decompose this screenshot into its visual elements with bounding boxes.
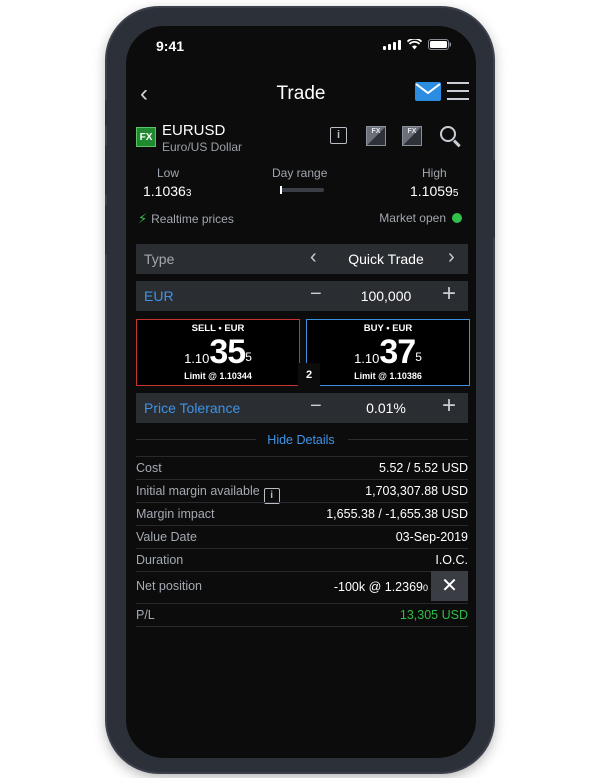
power-button	[491, 160, 495, 238]
divider	[136, 626, 468, 627]
signal-icon	[383, 40, 401, 50]
type-label: Type	[144, 251, 175, 267]
cost-label: Cost	[136, 461, 162, 475]
day-range-bar	[280, 188, 324, 192]
battery-icon	[428, 39, 451, 50]
volume-down-button	[105, 205, 109, 255]
price-tolerance-label: Price Tolerance	[144, 400, 241, 416]
low-label: Low	[157, 166, 180, 180]
margin-label: Initial margin available i	[136, 484, 280, 504]
mail-icon[interactable]	[415, 82, 441, 101]
sell-price: 1.10355	[184, 333, 252, 371]
market-open-dot	[452, 213, 462, 223]
impact-label: Margin impact	[136, 507, 215, 521]
realtime-prices: ⚡ Realtime prices	[138, 211, 234, 226]
net-position-value: -100k @ 1.23690	[333, 580, 428, 594]
impact-value: 1,655.38 / -1,655.38 USD	[326, 507, 468, 521]
detail-row-impact: Margin impact 1,655.38 / -1,655.38 USD	[136, 502, 468, 525]
amount-row: EUR − 100,000 +	[136, 280, 468, 311]
info-icon[interactable]: i	[330, 127, 347, 144]
hide-details-link[interactable]: Hide Details	[126, 433, 476, 447]
buy-limit: Limit @ 1.10386	[354, 371, 422, 381]
amount-minus-button[interactable]: −	[310, 283, 322, 306]
sell-button[interactable]: SELL • EUR 1.10355 Limit @ 1.10344	[136, 319, 300, 386]
value-date-value: 03-Sep-2019	[395, 530, 468, 544]
amount-plus-button[interactable]: +	[442, 280, 456, 308]
instrument-symbol: EURUSD	[162, 122, 226, 139]
pl-value: 13,305 USD	[399, 608, 468, 622]
day-range-marker	[280, 186, 282, 194]
wifi-icon	[407, 39, 422, 50]
type-prev-icon[interactable]: ‹	[310, 246, 317, 269]
app-screen: 9:41 ‹ Trade FX EURUSD Euro/US Dollar i …	[126, 26, 476, 758]
status-time: 9:41	[156, 38, 185, 54]
fx-badge: FX	[136, 127, 156, 147]
detail-row-net-position: Net position -100k @ 1.23690	[136, 571, 468, 601]
detail-row-value-date: Value Date 03-Sep-2019	[136, 525, 468, 548]
currency-label: EUR	[144, 288, 174, 304]
status-icons	[383, 39, 452, 50]
amount-input[interactable]: 100,000	[336, 288, 436, 304]
margin-value: 1,703,307.88 USD	[365, 484, 468, 498]
detail-row-pl: P/L 13,305 USD	[136, 603, 468, 626]
spread-value: 2	[298, 363, 320, 387]
volume-up-button	[105, 145, 109, 195]
buy-price: 1.10375	[354, 333, 422, 371]
close-icon: ✕	[441, 575, 458, 597]
day-range-label: Day range	[272, 166, 328, 180]
fx-chart-icon[interactable]: FX	[402, 126, 422, 146]
detail-row-margin: Initial margin available i 1,703,307.88 U…	[136, 479, 468, 504]
instrument-description: Euro/US Dollar	[162, 140, 243, 154]
close-position-button[interactable]: ✕	[431, 571, 468, 601]
tolerance-input[interactable]: 0.01%	[336, 400, 436, 416]
cost-value: 5.52 / 5.52 USD	[379, 461, 468, 475]
low-value: 1.10363	[143, 183, 192, 199]
market-status: Market open	[379, 211, 462, 225]
order-type-row: Type ‹ Quick Trade ›	[136, 244, 468, 274]
buy-button[interactable]: BUY • EUR 1.10375 Limit @ 1.10386	[306, 319, 470, 386]
sell-limit: Limit @ 1.10344	[184, 371, 252, 381]
tolerance-plus-button[interactable]: +	[442, 392, 456, 420]
duration-label: Duration	[136, 553, 184, 567]
duration-value: I.O.C.	[435, 553, 468, 567]
type-next-icon[interactable]: ›	[448, 246, 455, 269]
pl-label: P/L	[136, 608, 155, 622]
order-type-value[interactable]: Quick Trade	[336, 251, 436, 267]
price-tolerance-row: Price Tolerance − 0.01% +	[136, 392, 468, 423]
net-position-label: Net position	[136, 579, 203, 593]
high-value: 1.10595	[410, 183, 459, 199]
mute-switch	[105, 100, 109, 126]
menu-icon[interactable]	[447, 82, 469, 100]
bolt-icon: ⚡	[138, 211, 148, 226]
detail-row-cost: Cost 5.52 / 5.52 USD	[136, 456, 468, 479]
tolerance-minus-button[interactable]: −	[310, 395, 322, 418]
search-icon[interactable]	[440, 126, 456, 142]
value-date-label: Value Date	[136, 530, 197, 544]
high-label: High	[422, 166, 447, 180]
fx-chart-icon[interactable]: FX	[366, 126, 386, 146]
detail-row-duration: Duration I.O.C.	[136, 548, 468, 571]
